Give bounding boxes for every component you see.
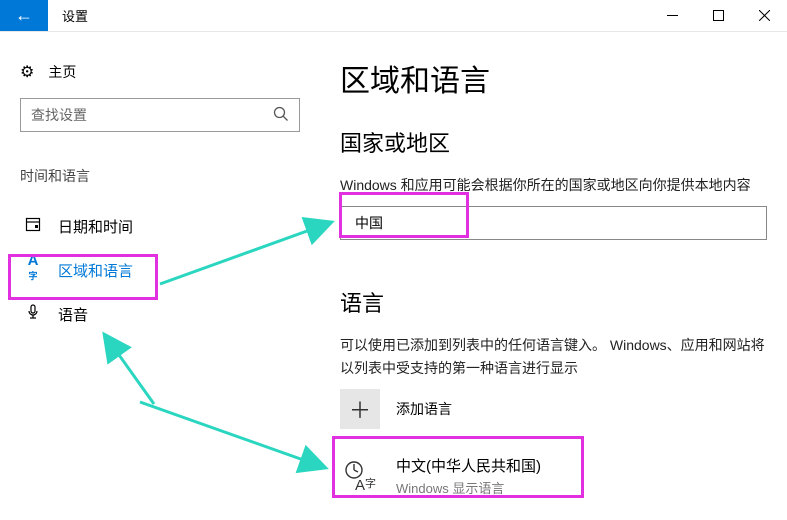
svg-text:字: 字 xyxy=(365,476,376,490)
minimize-icon xyxy=(667,10,678,21)
sidebar-item-region-language[interactable]: A字 区域和语言 xyxy=(20,248,300,292)
language-item-subtitle: Windows 显示语言 xyxy=(396,478,541,497)
sidebar-home-label: 主页 xyxy=(48,62,76,82)
mic-icon xyxy=(24,304,42,324)
maximize-icon xyxy=(713,10,724,21)
search-placeholder: 查找设置 xyxy=(31,105,273,125)
sidebar-item-datetime[interactable]: 日期和时间 xyxy=(20,204,300,248)
language-item[interactable]: A 字 中文(中华人民共和国) Windows 显示语言 xyxy=(340,449,767,503)
page-title: 区域和语言 xyxy=(340,56,767,100)
sidebar-item-label: 语音 xyxy=(58,304,88,325)
window-title: 设置 xyxy=(48,0,649,31)
sidebar-item-speech[interactable]: 语音 xyxy=(20,292,300,336)
country-dropdown[interactable]: 中国 xyxy=(340,206,767,240)
back-button[interactable]: ← xyxy=(0,0,48,31)
language-item-name: 中文(中华人民共和国) xyxy=(396,455,541,476)
sidebar-item-label: 区域和语言 xyxy=(58,260,133,281)
globe-a-icon: A字 xyxy=(24,252,42,289)
sidebar: ⚙ 主页 查找设置 时间和语言 日期和时间 A字 区域和语言 语音 xyxy=(0,32,320,520)
minimize-button[interactable] xyxy=(649,0,695,31)
country-description: Windows 和应用可能会根据你所在的国家或地区向你提供本地内容 xyxy=(340,174,767,196)
search-icon xyxy=(273,106,289,125)
close-icon xyxy=(759,10,770,21)
sidebar-group-title: 时间和语言 xyxy=(20,166,300,186)
titlebar: ← 设置 xyxy=(0,0,787,32)
language-a-icon: A 字 xyxy=(342,458,378,494)
add-language-button[interactable]: ＋ 添加语言 xyxy=(340,389,767,429)
search-input[interactable]: 查找设置 xyxy=(20,98,300,132)
country-heading: 国家或地区 xyxy=(340,126,767,158)
plus-icon: ＋ xyxy=(340,389,380,429)
svg-text:A: A xyxy=(355,477,365,493)
close-button[interactable] xyxy=(741,0,787,31)
content-area: 区域和语言 国家或地区 Windows 和应用可能会根据你所在的国家或地区向你提… xyxy=(320,32,787,520)
sidebar-home[interactable]: ⚙ 主页 xyxy=(20,56,300,98)
arrow-left-icon: ← xyxy=(15,5,33,26)
country-value: 中国 xyxy=(355,213,383,233)
maximize-button[interactable] xyxy=(695,0,741,31)
add-language-label: 添加语言 xyxy=(396,399,452,419)
calendar-icon xyxy=(24,216,42,236)
language-heading: 语言 xyxy=(340,286,767,318)
sidebar-item-label: 日期和时间 xyxy=(58,216,133,237)
window-controls xyxy=(649,0,787,31)
language-description: 可以使用已添加到列表中的任何语言键入。 Windows、应用和网站将以列表中受支… xyxy=(340,334,767,379)
language-item-text: 中文(中华人民共和国) Windows 显示语言 xyxy=(396,455,541,497)
gear-icon: ⚙ xyxy=(20,62,34,82)
